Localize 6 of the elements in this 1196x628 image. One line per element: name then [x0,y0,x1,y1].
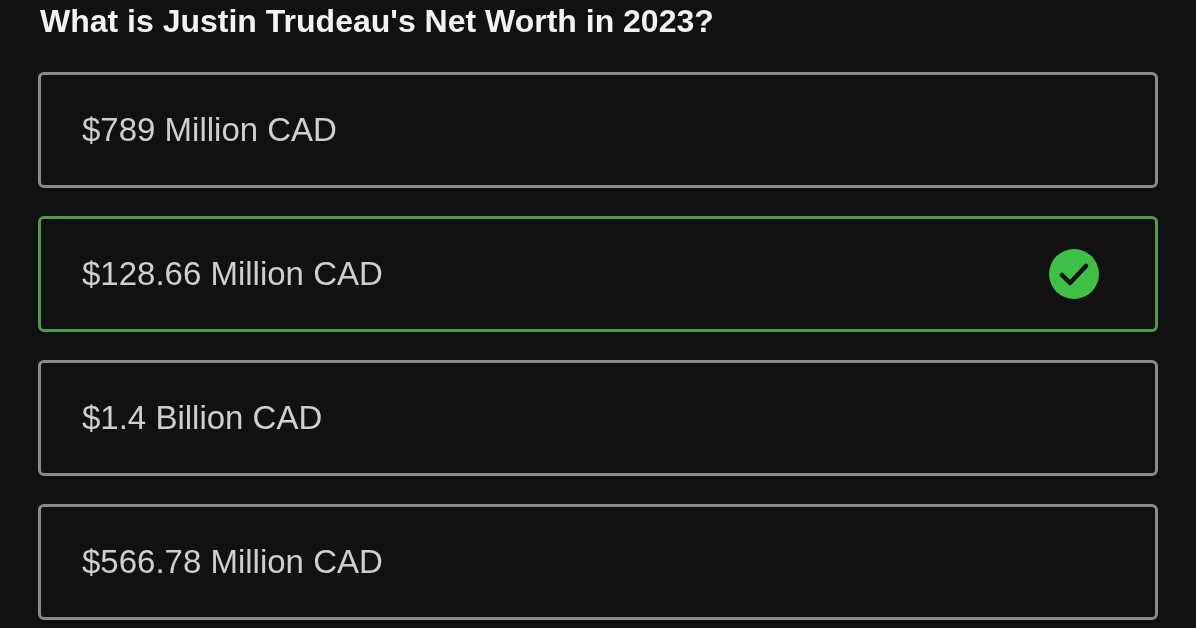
check-circle-icon [1049,249,1099,299]
answer-option[interactable]: $128.66 Million CAD [38,216,1158,332]
answer-option[interactable]: $1.4 Billion CAD [38,360,1158,476]
question-title: What is Justin Trudeau's Net Worth in 2023? [40,2,715,40]
answer-option[interactable]: $566.78 Million CAD [38,504,1158,620]
answer-option[interactable]: $789 Million CAD [38,72,1158,188]
